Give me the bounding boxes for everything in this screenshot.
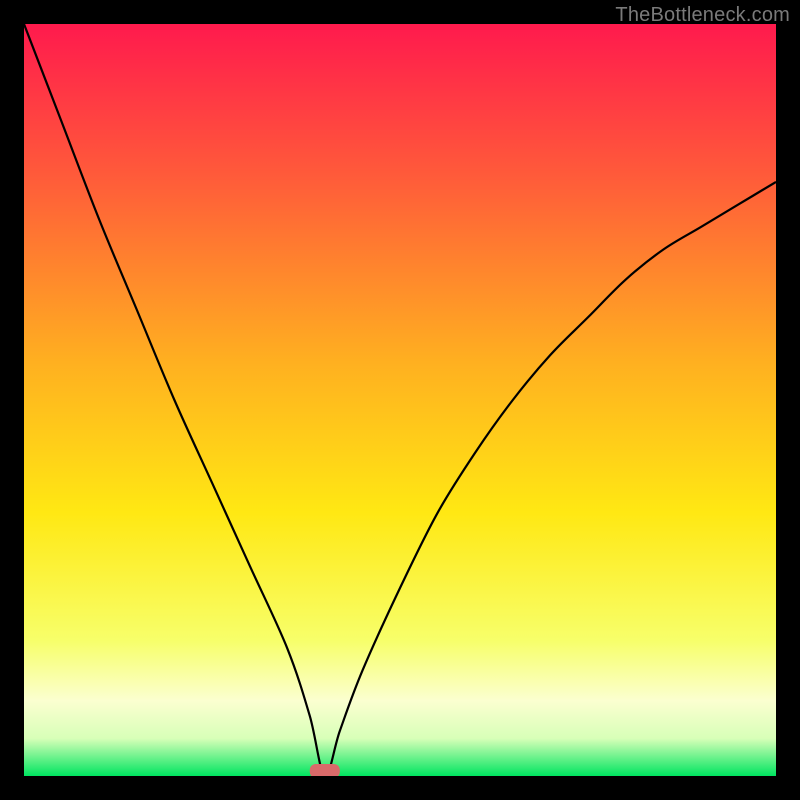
bottleneck-chart	[24, 24, 776, 776]
dip-marker	[310, 764, 340, 776]
chart-frame	[24, 24, 776, 776]
gradient-background	[24, 24, 776, 776]
